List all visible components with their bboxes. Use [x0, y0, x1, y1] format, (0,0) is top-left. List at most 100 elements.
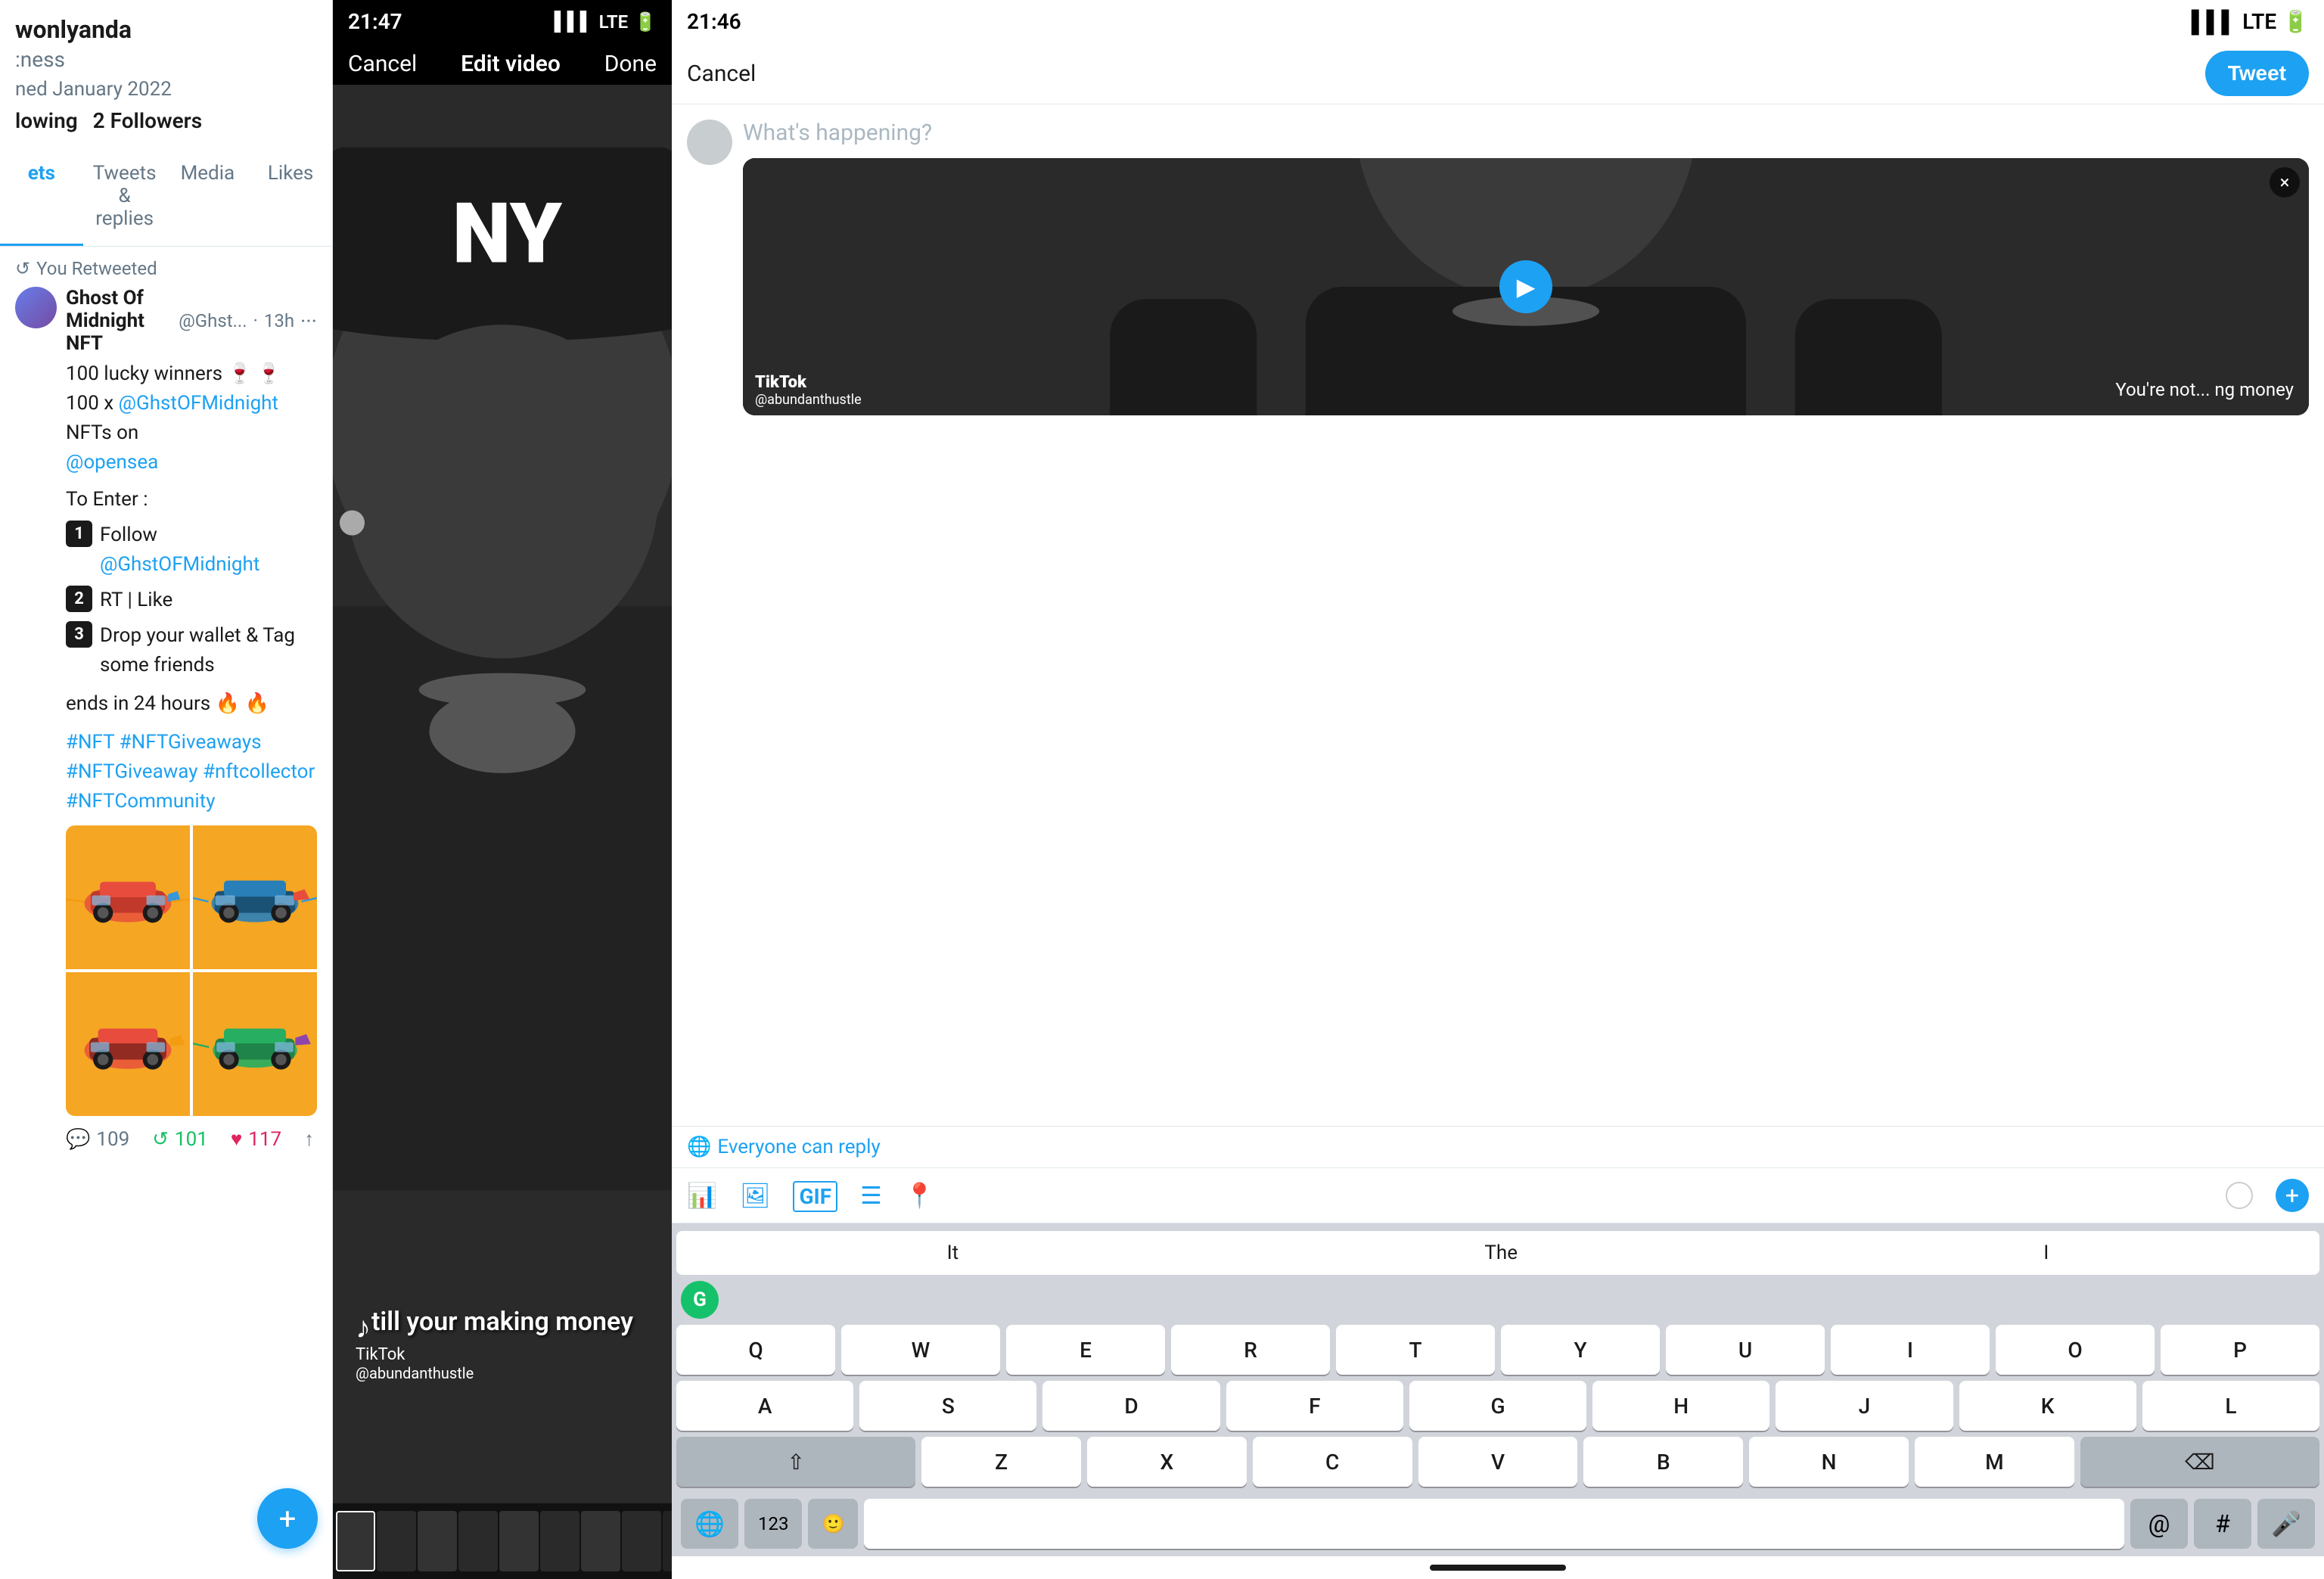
- comment-button[interactable]: 💬 109: [66, 1128, 129, 1151]
- tiktok-watermark: ♪ TikTok @abundanthustle: [356, 1310, 474, 1382]
- reply-everyone-option[interactable]: 🌐 Everyone can reply: [687, 1136, 2309, 1158]
- key-k[interactable]: K: [1959, 1381, 2136, 1431]
- mic-key[interactable]: 🎤: [2257, 1499, 2315, 1549]
- key-b[interactable]: B: [1583, 1437, 1743, 1487]
- key-z[interactable]: Z: [921, 1437, 1081, 1487]
- ends-line: ends in 24 hours 🔥 🔥: [66, 689, 317, 719]
- delete-key[interactable]: ⌫: [2080, 1437, 2319, 1487]
- key-r[interactable]: R: [1171, 1325, 1330, 1375]
- list-button[interactable]: ☰: [860, 1181, 882, 1210]
- video-preview-play-button[interactable]: ▶: [1499, 260, 1552, 313]
- key-i[interactable]: I: [1831, 1325, 1990, 1375]
- tweet-mention1[interactable]: @GhstOFMidnight: [119, 392, 278, 415]
- reply-settings: 🌐 Everyone can reply: [672, 1126, 2324, 1168]
- suggestion-1[interactable]: It: [947, 1242, 959, 1264]
- key-o[interactable]: O: [1996, 1325, 2155, 1375]
- tweet-enter-list: To Enter : 1 Follow @GhstOFMidnight 2: [66, 485, 317, 680]
- tweet-submit-button[interactable]: Tweet: [2205, 51, 2309, 96]
- profile-nav-tabs: ets Tweets & replies Media Likes: [0, 148, 332, 247]
- preview-tiktok-handle: @abundanthustle: [755, 392, 862, 408]
- add-tweet-button[interactable]: +: [2276, 1179, 2309, 1212]
- key-u[interactable]: U: [1666, 1325, 1825, 1375]
- key-a[interactable]: A: [676, 1381, 853, 1431]
- like-button[interactable]: ♥ 117: [231, 1127, 281, 1151]
- shift-key[interactable]: ⇧: [676, 1437, 915, 1487]
- emoji-key[interactable]: 🙂: [808, 1499, 858, 1549]
- signal-icon: ▌▌▌: [555, 11, 593, 33]
- share-button[interactable]: ↑: [304, 1127, 314, 1151]
- retweet-button[interactable]: ↺ 101: [152, 1128, 208, 1151]
- key-d[interactable]: D: [1042, 1381, 1219, 1431]
- tiktok-text: TikTok: [356, 1345, 474, 1364]
- key-y[interactable]: Y: [1501, 1325, 1660, 1375]
- step1: 1 Follow @GhstOFMidnight: [66, 521, 317, 580]
- compose-fab-button[interactable]: +: [257, 1488, 318, 1549]
- key-f[interactable]: F: [1226, 1381, 1403, 1431]
- reply-label: Everyone can reply: [717, 1136, 880, 1158]
- key-v[interactable]: V: [1418, 1437, 1578, 1487]
- video-preview-close-button[interactable]: ×: [2270, 167, 2300, 197]
- key-p[interactable]: P: [2161, 1325, 2319, 1375]
- video-frame-svg: NY: [333, 85, 672, 1503]
- play-icon: ▶: [1517, 272, 1536, 301]
- key-s[interactable]: S: [859, 1381, 1036, 1431]
- step2-num: 2: [66, 586, 92, 612]
- key-h[interactable]: H: [1592, 1381, 1769, 1431]
- key-m[interactable]: M: [1915, 1437, 2074, 1487]
- joined-date: ned January 2022: [15, 78, 317, 101]
- key-g[interactable]: G: [1409, 1381, 1586, 1431]
- tab-tweets-replies[interactable]: Tweets & replies: [83, 148, 166, 246]
- key-w[interactable]: W: [841, 1325, 1000, 1375]
- tweet-mention2[interactable]: @opensea: [66, 451, 158, 474]
- video-timeline[interactable]: ♪: [333, 1503, 672, 1579]
- following-stat: lowing: [15, 108, 78, 133]
- video-cancel-button[interactable]: Cancel: [348, 51, 417, 77]
- tweet-options[interactable]: ···: [300, 309, 317, 334]
- image-attach-button[interactable]: 🖼: [740, 1181, 771, 1210]
- location-button[interactable]: 📍: [905, 1181, 935, 1210]
- space-key[interactable]: [864, 1499, 2124, 1549]
- preview-tiktok-logo: TikTok: [755, 373, 862, 392]
- key-n[interactable]: N: [1749, 1437, 1909, 1487]
- globe-key-icon: 🌐: [694, 1509, 725, 1538]
- gif-icon: GIF: [793, 1181, 837, 1212]
- key-t[interactable]: T: [1336, 1325, 1495, 1375]
- tweet-content: Ghost Of Midnight NFT @Ghst... · 13h ···…: [66, 287, 317, 1151]
- retweet-action-icon: ↺: [152, 1128, 169, 1151]
- compose-cancel-button[interactable]: Cancel: [687, 61, 756, 87]
- video-toolbar: Cancel Edit video Done: [333, 43, 672, 85]
- symbol-key[interactable]: 123: [744, 1499, 802, 1549]
- key-x[interactable]: X: [1087, 1437, 1247, 1487]
- key-l[interactable]: L: [2142, 1381, 2319, 1431]
- video-status-bar: 21:47 ▌▌▌ LTE 🔋: [333, 0, 672, 43]
- video-done-button[interactable]: Done: [604, 51, 657, 77]
- tab-likes[interactable]: Likes: [249, 148, 332, 246]
- step1-mention[interactable]: @GhstOFMidnight: [100, 553, 259, 576]
- suggestion-2[interactable]: The: [1484, 1242, 1518, 1264]
- at-key[interactable]: @: [2130, 1499, 2188, 1549]
- audio-waves-button[interactable]: 📊: [687, 1181, 717, 1210]
- globe-key[interactable]: 🌐: [681, 1499, 738, 1549]
- tab-media[interactable]: Media: [166, 148, 250, 246]
- compose-placeholder[interactable]: What's happening?: [743, 120, 2309, 146]
- key-j[interactable]: J: [1776, 1381, 1953, 1431]
- suggestion-3[interactable]: I: [2043, 1242, 2049, 1264]
- like-count: 117: [248, 1128, 281, 1151]
- key-q[interactable]: Q: [676, 1325, 835, 1375]
- tweet-avatar: [15, 287, 57, 328]
- hash-key[interactable]: #: [2194, 1499, 2251, 1549]
- step1-num: 1: [66, 521, 92, 547]
- grammarly-icon[interactable]: G: [681, 1281, 719, 1319]
- composer-avatar: [687, 120, 732, 165]
- compose-network: LTE: [2242, 9, 2276, 34]
- like-icon: ♥: [231, 1127, 242, 1151]
- video-main: NY till your making money ♪ T: [333, 85, 672, 1503]
- network-label: LTE: [599, 11, 628, 33]
- key-e[interactable]: E: [1006, 1325, 1165, 1375]
- key-c[interactable]: C: [1253, 1437, 1412, 1487]
- tab-tweets[interactable]: ets: [0, 148, 83, 246]
- timeline-frame-6: [540, 1511, 579, 1571]
- compose-battery-icon: 🔋: [2282, 9, 2309, 34]
- gif-button[interactable]: GIF: [793, 1181, 837, 1210]
- comment-icon: 💬: [66, 1128, 90, 1151]
